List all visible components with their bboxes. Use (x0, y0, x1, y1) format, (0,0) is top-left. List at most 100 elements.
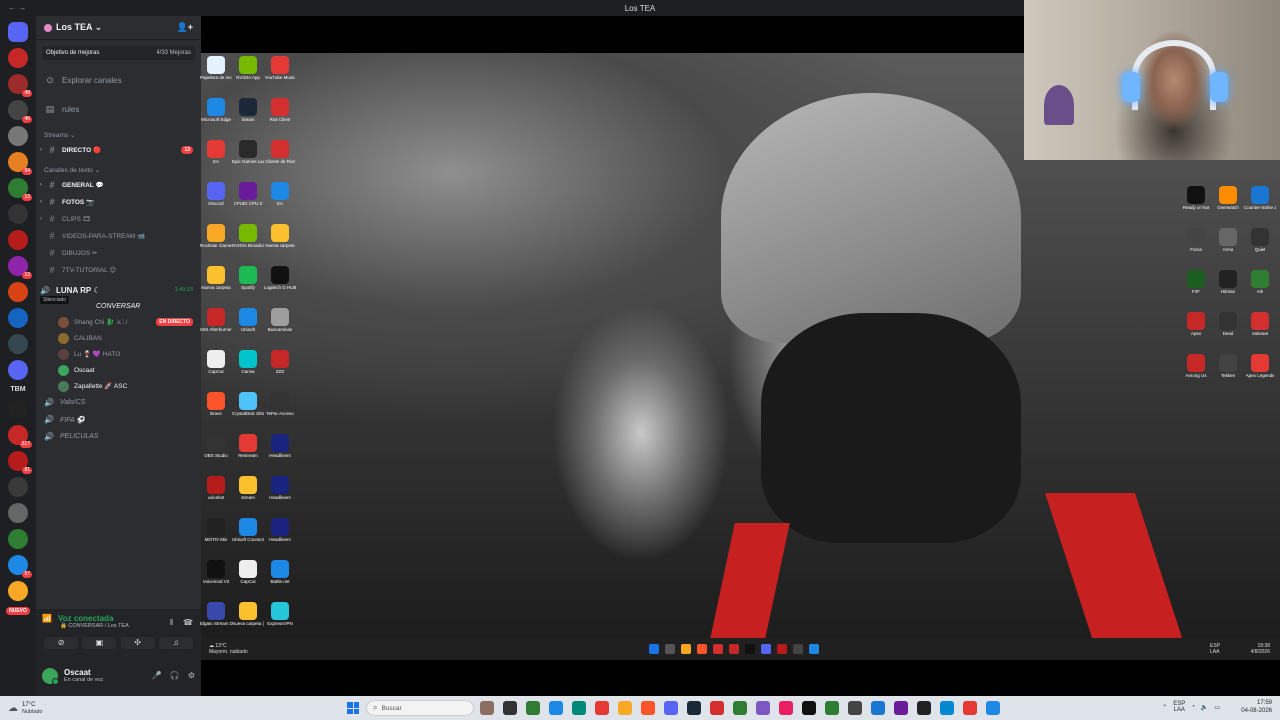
voice-user[interactable]: CALIBAN (36, 330, 201, 346)
sub-channel-conversar[interactable]: CONVERSAR (36, 298, 201, 314)
channel-general[interactable]: › # GENERAL 💬 (36, 176, 201, 193)
desktop-shortcut[interactable]: Rockstar Games (200, 224, 232, 248)
taskbar-app-icon[interactable] (480, 701, 494, 715)
desktop-shortcut[interactable]: CPUID CPU-Z (233, 182, 263, 206)
desktop-shortcut[interactable]: Ubisoft (233, 308, 263, 332)
desktop-shortcut[interactable]: Arma (1213, 228, 1243, 252)
channel-fotos[interactable]: › # FOTOS 📷 (36, 193, 201, 210)
server-icon[interactable] (8, 48, 28, 68)
server-icon[interactable] (8, 399, 28, 419)
desktop-shortcut[interactable]: Spotify (233, 266, 263, 290)
desktop-shortcut[interactable]: Nueva carpeta (265, 224, 295, 248)
desktop-shortcut[interactable]: Ready or Not (1181, 186, 1211, 210)
taskbar-app-icon[interactable] (986, 701, 1000, 715)
channel-dibujos[interactable]: # DIBUJOS ✏ (36, 244, 201, 261)
desktop-shortcut[interactable]: Cliente de Riot (265, 140, 295, 164)
taskbar-app-icon[interactable] (825, 701, 839, 715)
desktop-shortcut[interactable]: TePar Acceso (265, 392, 295, 416)
server-icon[interactable] (8, 282, 28, 302)
desktop-shortcut[interactable]: Quiet (1245, 228, 1275, 252)
desktop-shortcut[interactable]: voicebot (201, 476, 231, 500)
category-streams[interactable]: Streams ⌄ (36, 129, 201, 141)
camera-off-button[interactable]: ⊘ (44, 637, 79, 649)
taskbar-app-icon[interactable] (710, 701, 724, 715)
screen-share-button[interactable]: ▣ (82, 637, 117, 649)
channel-tutorial[interactable]: # 7TV-TUTORIAL 😊 (36, 261, 201, 278)
desktop-shortcut[interactable]: Nueva carpeta (2) (232, 602, 264, 626)
windows-start-icon[interactable] (347, 702, 359, 714)
back-arrow-icon[interactable]: ← → (8, 3, 26, 12)
channel-directo[interactable]: › # DIRECTO 🔴 13 (36, 141, 201, 158)
taskbar-app-icon[interactable] (549, 701, 563, 715)
battery-icon[interactable]: ▭ (1214, 704, 1220, 711)
server-icon[interactable] (8, 581, 28, 601)
weather-widget[interactable]: ☁ 17°C Nublado (8, 702, 43, 715)
server-icon[interactable]: 13 (8, 178, 32, 201)
server-icon[interactable] (8, 334, 28, 354)
voice-user[interactable]: Oscaat (36, 362, 201, 378)
desktop-shortcut[interactable]: NVIDIA Broadcast (232, 224, 264, 248)
desktop-shortcut[interactable]: CapCut (233, 560, 263, 584)
voice-channel[interactable]: 🔊 Valo/CS (36, 394, 201, 411)
desktop-shortcut[interactable]: Forza (1181, 228, 1211, 252)
taskbar-app-icon[interactable] (526, 701, 540, 715)
desktop-shortcut[interactable]: Headliners (265, 434, 295, 458)
desktop-shortcut[interactable]: Tekken (1213, 354, 1243, 378)
desktop-shortcut[interactable]: CapCut (201, 350, 231, 374)
server-icon[interactable]: 81 (8, 451, 32, 474)
channel-clips[interactable]: › # CLIPS 🎞 (36, 210, 201, 227)
desktop-shortcut[interactable]: Apex Legends (1245, 354, 1275, 378)
taskbar-app-icon[interactable] (595, 701, 609, 715)
desktop-shortcut[interactable]: F2F (1181, 270, 1211, 294)
taskbar-app-icon[interactable] (687, 701, 701, 715)
desktop-shortcut[interactable]: Microsoft Edge (201, 98, 231, 122)
desktop-shortcut[interactable]: MOTIV Mix (201, 518, 231, 542)
desktop-shortcut[interactable]: EA (201, 140, 231, 164)
server-icon[interactable]: 94 (8, 152, 32, 175)
server-icon[interactable] (8, 529, 28, 549)
voice-channel-luna[interactable]: 🔊 LUNA RP ☾ Silenciado 1:49:13 (36, 282, 201, 304)
desktop-shortcut[interactable]: Nueva carpeta (201, 266, 231, 290)
taskbar-app-icon[interactable] (940, 701, 954, 715)
desktop-shortcut[interactable]: Ark (1245, 270, 1275, 294)
activities-button[interactable]: ✣ (120, 637, 155, 649)
taskbar-app-icon[interactable] (733, 701, 747, 715)
explore-channels[interactable]: ⊙ Explorar canales (36, 72, 201, 88)
voice-channel[interactable]: 🔊 FIFA ⚽ (36, 411, 201, 428)
taskbar-app-icon[interactable] (779, 701, 793, 715)
noise-suppression-icon[interactable]: ⦀ (170, 618, 174, 628)
desktop-shortcut[interactable]: NVIDIA App (233, 56, 263, 80)
discord-home-icon[interactable] (8, 22, 28, 42)
disconnect-icon[interactable]: ☎ (183, 618, 193, 628)
taskbar-clock[interactable]: 17:59 04-08-2026 (1241, 699, 1272, 715)
settings-gear-icon[interactable]: ⚙ (188, 671, 195, 680)
desktop-shortcut[interactable]: Headliners (265, 518, 295, 542)
voice-user[interactable]: Shang Chi 🐉 ⚔ᛁ/EN DIRECTO (36, 314, 201, 330)
voice-user[interactable]: Zapallette 🚀 ASC (36, 378, 201, 394)
desktop-shortcut[interactable]: ExpressVPN (265, 602, 295, 626)
server-tbm[interactable]: TBM (10, 386, 25, 393)
headphones-icon[interactable]: 🎧 (170, 671, 180, 680)
taskbar-app-icon[interactable] (894, 701, 908, 715)
soundboard-button[interactable]: ♫ (158, 637, 193, 649)
wifi-icon[interactable]: ◔ (1191, 704, 1195, 710)
taskbar-app-icon[interactable] (503, 701, 517, 715)
desktop-shortcut[interactable]: Brave (201, 392, 231, 416)
taskbar-app-icon[interactable] (917, 701, 931, 715)
desktop-shortcut[interactable]: Hitman (1213, 270, 1243, 294)
server-icon[interactable] (8, 503, 28, 523)
invite-icon[interactable]: 👤+ (177, 22, 193, 33)
taskbar-app-icon[interactable] (641, 701, 655, 715)
taskbar-app-icon[interactable] (756, 701, 770, 715)
voice-user[interactable]: Lu 🍷 💜 HATO (36, 346, 201, 362)
desktop-shortcut[interactable]: Canva (233, 350, 263, 374)
desktop-shortcut[interactable]: OBS Studio (201, 434, 231, 458)
taskbar-app-icon[interactable] (618, 701, 632, 715)
desktop-shortcut[interactable]: Restream (233, 434, 263, 458)
desktop-shortcut[interactable]: ZZZ (265, 350, 295, 374)
avatar[interactable] (42, 667, 59, 685)
desktop-shortcut[interactable]: Battle.net (265, 560, 295, 584)
desktop-shortcut[interactable]: Logitech G HUB (264, 266, 296, 290)
server-icon[interactable]: 13 (8, 256, 32, 279)
server-icon[interactable]: 217 (8, 425, 32, 448)
